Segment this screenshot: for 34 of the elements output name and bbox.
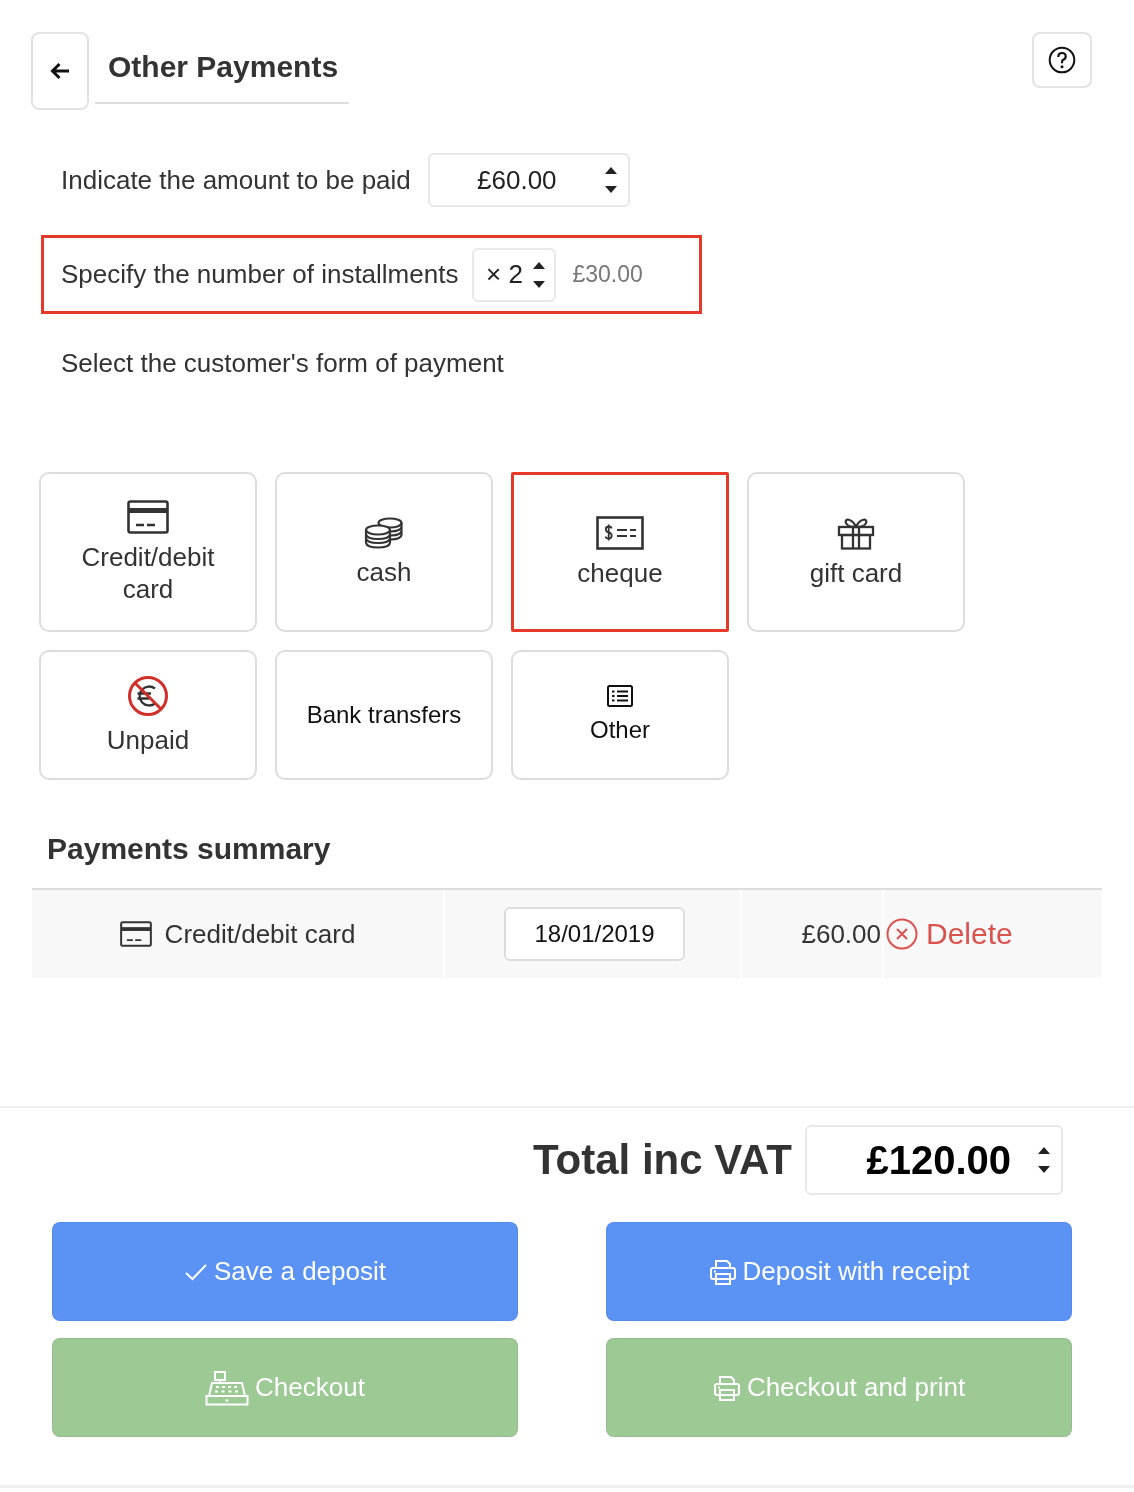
amount-label: Indicate the amount to be paid bbox=[61, 164, 411, 196]
table-cell: £60.00 bbox=[742, 890, 882, 978]
payment-method-text: Credit/debit card bbox=[164, 918, 356, 950]
payment-method-button[interactable]: Credit/debit card bbox=[39, 472, 257, 632]
installments-field[interactable]: × 2 bbox=[472, 247, 557, 302]
installment-amount: £30.00 bbox=[572, 261, 643, 288]
installments-label: Specify the number of installments bbox=[61, 259, 459, 290]
credit-card-icon bbox=[127, 499, 169, 534]
payment-method-button[interactable]: Other bbox=[511, 650, 729, 780]
payment-method-button[interactable]: Unpaid bbox=[39, 650, 257, 780]
no-euro-icon bbox=[127, 674, 169, 717]
credit-card-icon bbox=[119, 921, 152, 947]
total-field[interactable]: £120.00 bbox=[805, 1125, 1063, 1195]
help-icon bbox=[1048, 46, 1076, 74]
payment-method-button[interactable]: cheque bbox=[511, 472, 729, 632]
total-label: Total inc VAT bbox=[533, 1136, 792, 1184]
date-field[interactable]: 18/01/2019 bbox=[504, 907, 685, 961]
help-button[interactable] bbox=[1032, 32, 1092, 88]
printer-icon bbox=[708, 1257, 737, 1286]
payment-method-button[interactable]: cash bbox=[275, 472, 493, 632]
page-title: Other Payments bbox=[95, 32, 349, 104]
cash-register-icon bbox=[205, 1369, 250, 1406]
payment-prompt: Select the customer's form of payment bbox=[60, 348, 505, 378]
amount-field[interactable]: £60.00 bbox=[427, 153, 630, 207]
printer-icon bbox=[712, 1373, 741, 1402]
back-button[interactable] bbox=[31, 32, 89, 110]
payment-method-button[interactable]: Bank transfers bbox=[275, 650, 493, 780]
delete-button[interactable]: Delete bbox=[886, 917, 1013, 951]
cheque-icon bbox=[596, 515, 644, 550]
coins-icon bbox=[364, 516, 404, 549]
payment-method-button[interactable]: gift card bbox=[747, 472, 965, 632]
section-heading: Payments summary bbox=[46, 832, 332, 866]
close-circle-icon bbox=[886, 918, 918, 950]
list-icon bbox=[607, 684, 633, 707]
